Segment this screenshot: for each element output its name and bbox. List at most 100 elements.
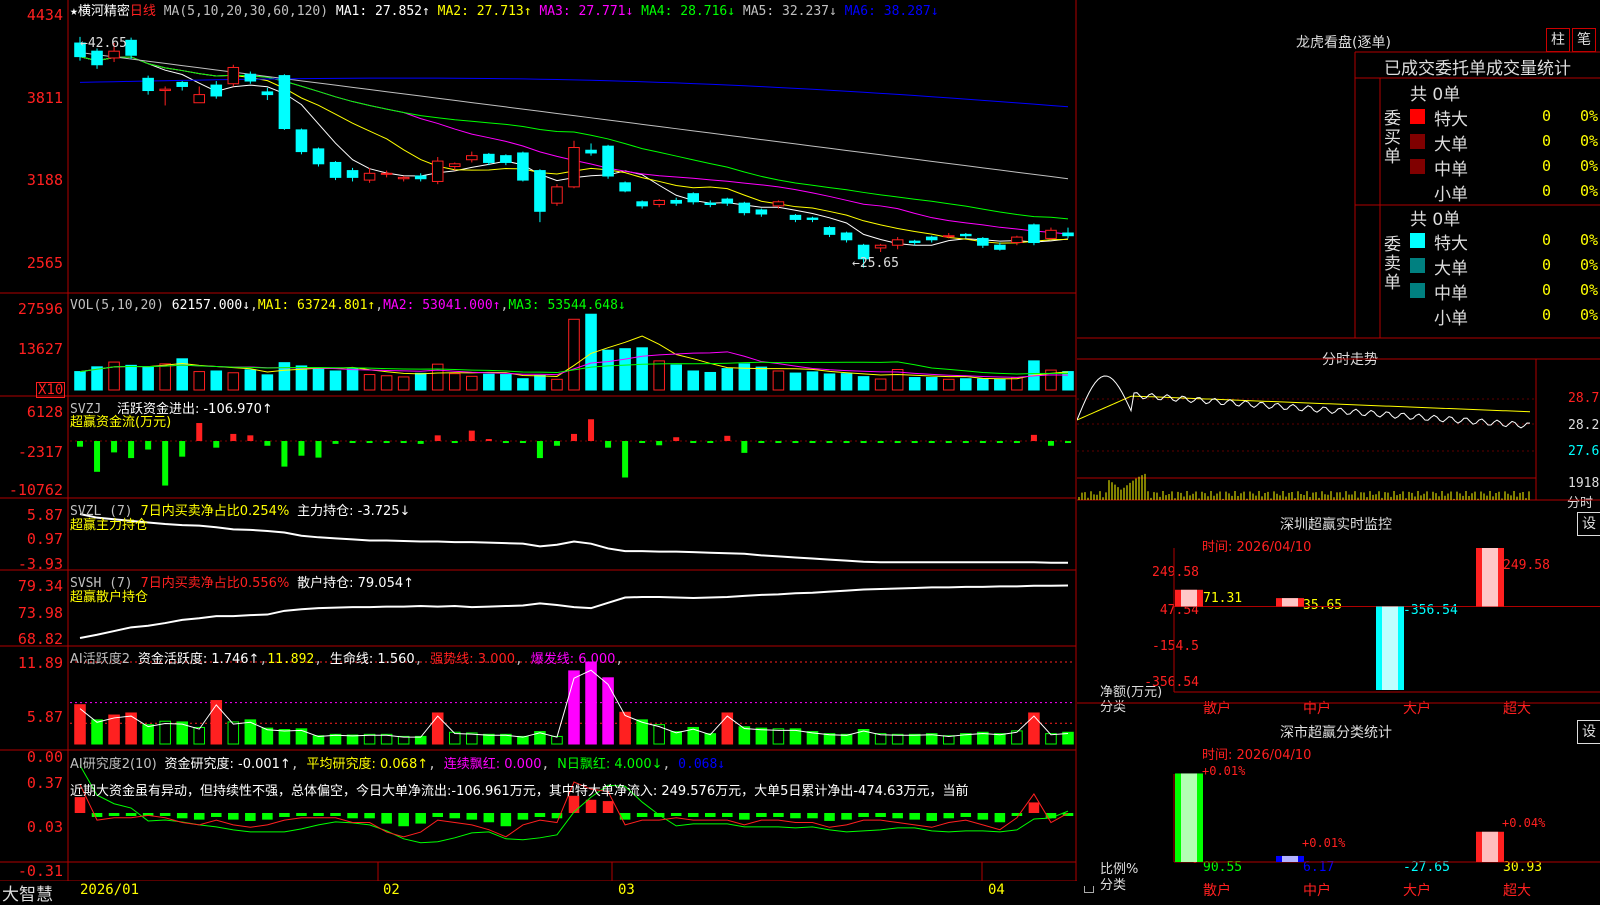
svzj-y-tick: -10762 bbox=[8, 481, 63, 499]
fund-flow-bar bbox=[707, 441, 714, 444]
activity-bar bbox=[91, 719, 103, 745]
buy-row: 特大 0 0% bbox=[1408, 105, 1600, 130]
ai2-y-tick: 0.37 bbox=[26, 774, 63, 792]
ai1-y-tick: 11.89 bbox=[17, 654, 63, 672]
chart-area[interactable] bbox=[0, 0, 1077, 881]
volume-bar bbox=[908, 377, 921, 391]
volume-bar bbox=[551, 378, 563, 391]
research-bar bbox=[687, 813, 699, 817]
sc-y-tick: 25 bbox=[1183, 830, 1199, 845]
svzj-subtitle: 超赢资金流(万元) bbox=[70, 415, 172, 430]
sell-total: 共 0单 bbox=[1410, 210, 1461, 230]
candle-body bbox=[483, 153, 495, 163]
fund-flow-bar bbox=[758, 441, 765, 444]
activity-bar bbox=[772, 728, 785, 745]
volume-bar bbox=[840, 373, 853, 391]
ai1-y-tick: 5.87 bbox=[26, 708, 63, 726]
y-tick: 4434 bbox=[26, 6, 63, 24]
fund-flow-bar bbox=[996, 441, 1003, 444]
activity-bar bbox=[193, 726, 206, 745]
sz-value-label: 249.58 bbox=[1503, 558, 1550, 573]
ma5-value: MA5: 32.237↓ bbox=[742, 4, 837, 19]
candle-body bbox=[942, 235, 955, 238]
fund-flow-bar bbox=[1013, 441, 1020, 444]
candle-body bbox=[806, 217, 819, 220]
fund-flow-bar bbox=[536, 441, 543, 459]
volume-bar bbox=[363, 374, 376, 391]
fund-flow-bar bbox=[690, 441, 697, 444]
candle-body bbox=[755, 209, 768, 215]
research-bar bbox=[313, 813, 324, 816]
monitor-bar-highlight bbox=[1282, 598, 1298, 607]
ma4-value: MA4: 28.716↓ bbox=[641, 4, 736, 19]
favorite-star-icon[interactable]: ★ bbox=[70, 4, 78, 19]
candle-body bbox=[380, 172, 393, 175]
ai2-comment: 近期大资金虽有异动，但持续性不强，总体偏空，今日大单净流出:-106.961万元… bbox=[70, 784, 969, 799]
stock-name[interactable]: 横河精密 bbox=[78, 4, 130, 19]
app-logo: 大智慧 bbox=[2, 885, 53, 905]
svzl-y-tick: 0.97 bbox=[26, 530, 63, 548]
intraday-y-tick: 27.65 bbox=[1568, 444, 1600, 459]
candle-body bbox=[108, 50, 120, 59]
fund-flow-bar bbox=[553, 441, 560, 446]
volume-bar bbox=[823, 373, 836, 391]
candle-body bbox=[653, 199, 665, 206]
sc-category: 中户 bbox=[1303, 883, 1331, 899]
color-swatch bbox=[1410, 283, 1425, 298]
fund-flow-bar bbox=[468, 430, 475, 442]
fund-flow-bar bbox=[843, 441, 850, 444]
sc-settings-button[interactable]: 设 bbox=[1577, 720, 1600, 744]
fund-flow-bar bbox=[571, 433, 577, 442]
sc-value-label: -27.65 bbox=[1403, 860, 1450, 875]
fund-flow-bar bbox=[962, 441, 969, 444]
candle-body bbox=[500, 155, 512, 163]
fund-flow-bar bbox=[826, 441, 833, 444]
research-bar bbox=[159, 813, 171, 816]
research-bar bbox=[398, 813, 409, 827]
activity-bar bbox=[295, 728, 308, 745]
volume-bar bbox=[874, 378, 887, 391]
ai2-y-tick: 0.03 bbox=[26, 818, 63, 836]
sz-monitor-title: 深圳超赢实时监控 bbox=[1280, 517, 1392, 533]
candle-body bbox=[925, 236, 938, 241]
volume-bar bbox=[193, 371, 206, 391]
vol-y-tick: 27596 bbox=[17, 300, 63, 318]
intraday-vol-tick: 1918 bbox=[1568, 476, 1600, 491]
research-bar bbox=[858, 813, 869, 817]
fund-flow-bar bbox=[792, 441, 799, 444]
fund-flow-bar bbox=[111, 441, 118, 453]
sc-category: 超大 bbox=[1503, 883, 1531, 899]
sz-y-tick: 249.58 bbox=[1152, 565, 1199, 580]
chart-canvas[interactable] bbox=[0, 0, 1077, 881]
fund-flow-bar bbox=[724, 435, 731, 442]
tick-mode-button[interactable]: 笔 bbox=[1572, 28, 1596, 52]
bar-mode-button[interactable]: 柱 bbox=[1546, 28, 1570, 52]
fund-flow-bar bbox=[281, 441, 288, 467]
period-label[interactable]: 日线 bbox=[130, 4, 156, 19]
research-bar bbox=[330, 813, 341, 816]
color-swatch bbox=[1410, 233, 1425, 248]
retail-line bbox=[79, 584, 1069, 639]
sc-y-tick: 75 bbox=[1183, 787, 1199, 802]
buy-total: 共 0单 bbox=[1410, 85, 1461, 105]
candle-body bbox=[397, 176, 410, 180]
fund-flow-bar bbox=[264, 441, 271, 446]
activity-bar bbox=[738, 726, 751, 745]
stat-bar-highlight bbox=[1482, 831, 1498, 862]
ma2-value: MA2: 27.713↑ bbox=[437, 4, 532, 19]
sc-category: 散户 bbox=[1203, 883, 1231, 899]
volume-bar bbox=[789, 372, 802, 391]
candle-body bbox=[1028, 224, 1040, 244]
candle-body bbox=[721, 198, 734, 204]
fund-flow-bar bbox=[400, 441, 407, 444]
sc-value-label: 6.17 bbox=[1303, 860, 1335, 875]
volume-bar bbox=[346, 368, 359, 391]
candle-body bbox=[210, 84, 223, 97]
svzj-y-tick: -2317 bbox=[17, 443, 63, 461]
sz-category: 中户 bbox=[1303, 701, 1331, 717]
sz-settings-button[interactable]: 设 bbox=[1577, 512, 1600, 536]
lock-icon[interactable] bbox=[1084, 886, 1094, 893]
sell-row: 特大 0 0% bbox=[1408, 229, 1600, 254]
monitor-bar bbox=[1376, 606, 1404, 690]
candle-body bbox=[244, 73, 257, 82]
